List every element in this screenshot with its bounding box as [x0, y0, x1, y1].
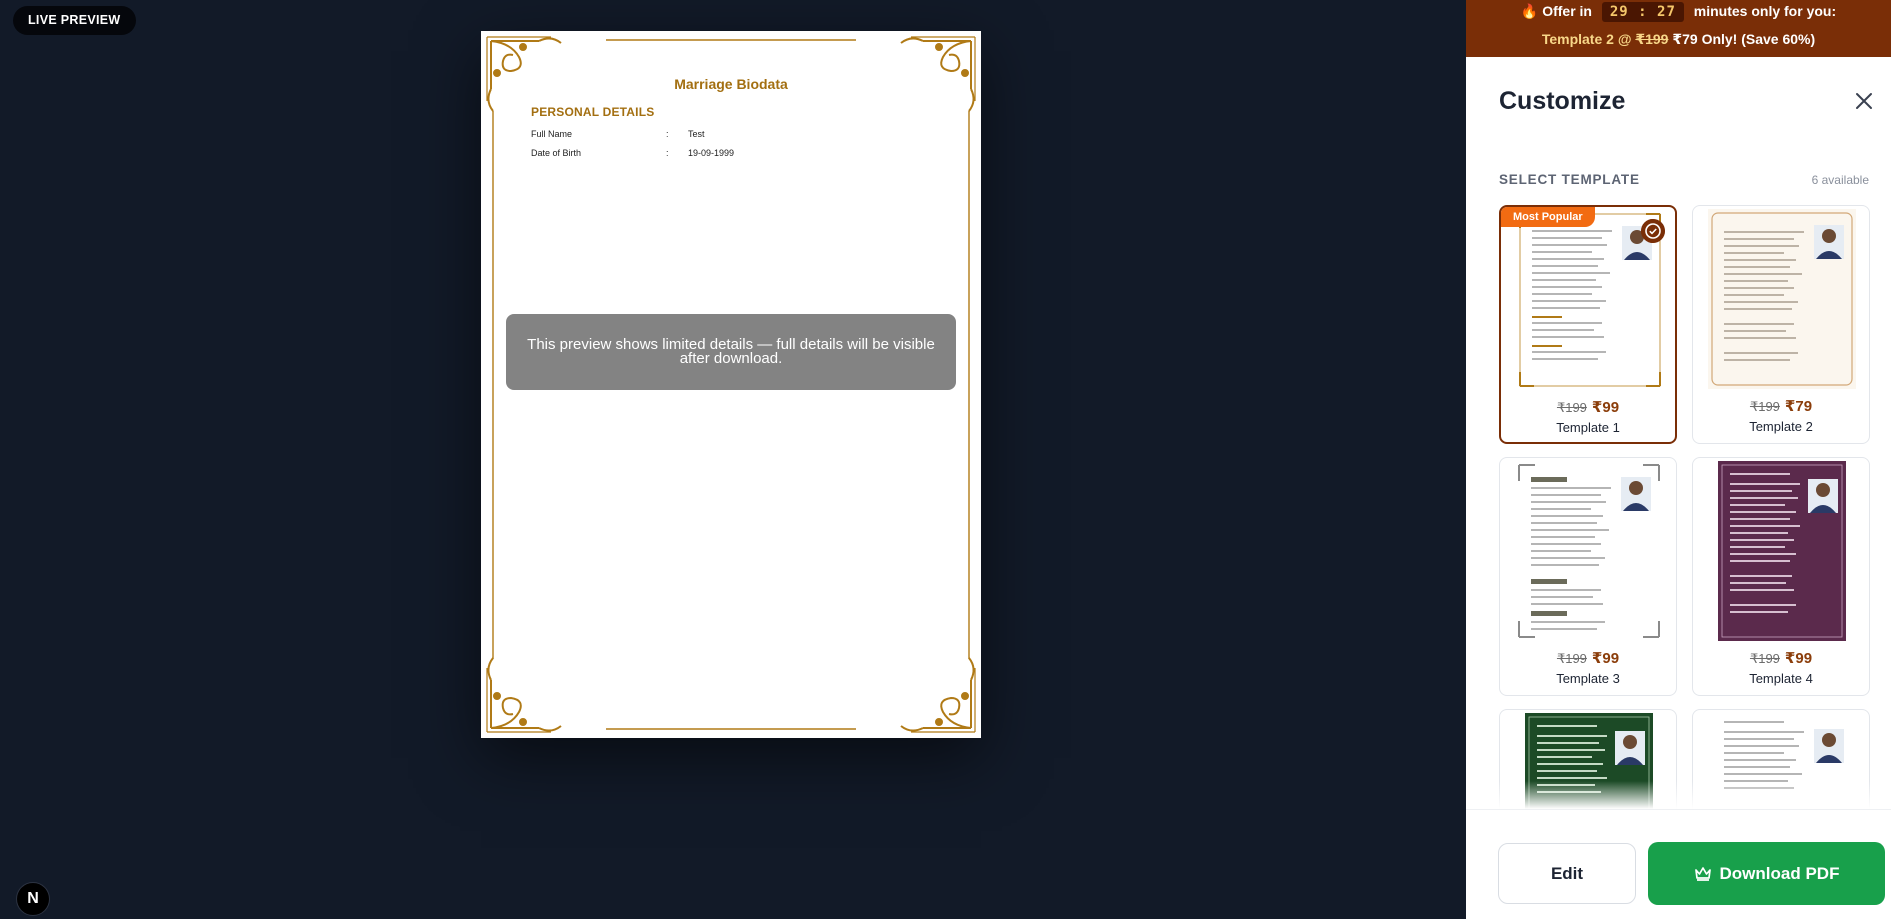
detail-separator: : [666, 129, 669, 139]
templates-available-count: 6 available [1811, 173, 1869, 187]
deal-old-price: ₹199 [1635, 31, 1669, 47]
check-circle-icon [1641, 219, 1665, 243]
section-heading: PERSONAL DETAILS [531, 105, 655, 119]
deal-name: Template 2 @ [1541, 31, 1632, 47]
template-new-price: ₹99 [1784, 650, 1813, 667]
template-old-price: ₹199 [1556, 651, 1587, 666]
template-grid[interactable]: Most Popular ₹199 ₹99 Template 1 ₹199 ₹7… [1499, 205, 1870, 809]
live-preview-badge: LIVE PREVIEW [13, 6, 136, 35]
offer-countdown-line: 🔥 Offer in 29 : 27 minutes only for you: [1466, 2, 1891, 22]
limited-preview-notice: This preview shows limited details — ful… [506, 314, 956, 390]
fire-icon: 🔥 [1520, 3, 1539, 19]
template-name: Template 2 [1749, 419, 1813, 434]
template-card-3[interactable]: ₹199 ₹99 Template 3 [1499, 457, 1677, 696]
template-card-1[interactable]: Most Popular ₹199 ₹99 Template 1 [1499, 205, 1677, 444]
offer-text-before: Offer in [1542, 3, 1592, 19]
detail-separator: : [666, 148, 669, 158]
close-icon[interactable] [1855, 92, 1873, 110]
nextjs-dev-badge[interactable]: N [16, 882, 50, 916]
customize-panel: 🔥 Offer in 29 : 27 minutes only for you:… [1466, 0, 1891, 919]
template-price: ₹199 ₹79 [1693, 397, 1869, 415]
template-name: Template 4 [1749, 671, 1813, 686]
download-label: Download PDF [1719, 864, 1840, 883]
template-old-price: ₹199 [1749, 651, 1780, 666]
scroll-fade [1499, 781, 1870, 809]
panel-footer: Edit Download PDF [1466, 809, 1891, 919]
detail-value: Test [688, 129, 705, 139]
template-price: ₹199 ₹99 [1693, 649, 1869, 667]
template-new-price: ₹99 [1591, 399, 1620, 416]
select-template-label: SELECT TEMPLATE [1499, 172, 1640, 187]
template-card-2[interactable]: ₹199 ₹79 Template 2 [1692, 205, 1870, 444]
detail-label: Date of Birth [531, 148, 582, 158]
offer-text-after: minutes only for you: [1693, 3, 1837, 19]
countdown-timer: 29 : 27 [1601, 2, 1684, 22]
edit-button[interactable]: Edit [1498, 843, 1636, 904]
template-old-price: ₹199 [1556, 400, 1587, 415]
template-thumbnail [1708, 209, 1856, 389]
document-title: Marriage Biodata [674, 76, 788, 92]
download-pdf-button[interactable]: Download PDF [1648, 842, 1885, 905]
detail-label: Full Name [531, 129, 573, 139]
template-price: ₹199 ₹99 [1501, 398, 1675, 416]
panel-title: Customize [1499, 87, 1626, 115]
template-new-price: ₹99 [1591, 650, 1620, 667]
template-name: Template 3 [1556, 671, 1620, 686]
offer-deal-line: Template 2 @ ₹199 ₹79 Only! (Save 60%) [1466, 31, 1891, 48]
crown-icon [1694, 867, 1711, 881]
deal-savings: (Save 60%) [1741, 31, 1816, 47]
biodata-preview-page: Marriage Biodata PERSONAL DETAILS Full N… [481, 31, 981, 738]
template-price: ₹199 ₹99 [1500, 649, 1676, 667]
template-new-price: ₹79 [1784, 398, 1813, 415]
template-card-4[interactable]: ₹199 ₹99 Template 4 [1692, 457, 1870, 696]
template-name: Template 1 [1556, 420, 1620, 435]
template-thumbnail [1718, 461, 1846, 641]
detail-value: 19-09-1999 [688, 148, 735, 158]
offer-banner: 🔥 Offer in 29 : 27 minutes only for you:… [1466, 0, 1891, 57]
deal-new-price: ₹79 Only! [1672, 31, 1738, 47]
template-old-price: ₹199 [1749, 399, 1780, 414]
template-thumbnail [1515, 461, 1663, 641]
preview-area: LIVE PREVIEW Marriage Biodata PERSONAL D… [0, 0, 1466, 919]
most-popular-badge: Most Popular [1501, 207, 1595, 227]
